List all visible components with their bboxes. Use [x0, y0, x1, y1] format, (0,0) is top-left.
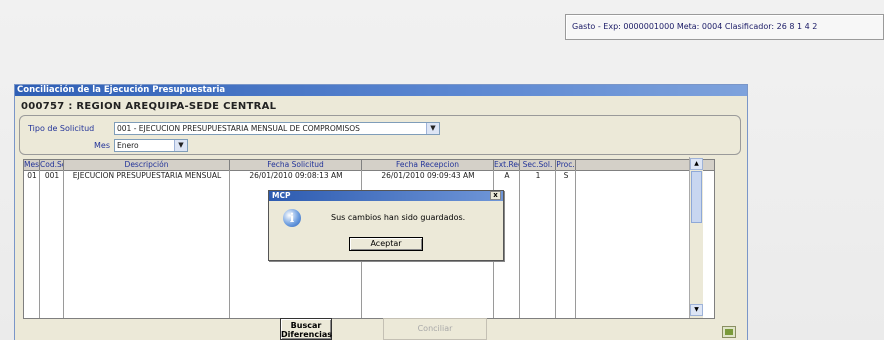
close-icon[interactable]: x [490, 191, 501, 200]
org-title: 000757 : REGION AREQUIPA-SEDE CENTRAL [21, 101, 277, 112]
column-divider [575, 170, 576, 318]
cell-proc: S [563, 171, 569, 180]
context-status-box: Gasto - Exp: 0000001000 Meta: 0004 Clasi… [565, 14, 884, 40]
cell-fecha-solicitud: 26/01/2010 09:08:13 AM [249, 171, 343, 180]
cell-fecha-recepcion: 26/01/2010 09:09:43 AM [381, 171, 475, 180]
mes-select[interactable]: Enero ▼ [114, 139, 188, 152]
window-titlebar: Conciliación de la Ejecución Presupuesta… [15, 85, 747, 96]
grid-header: Mes Cod.Sol. Descripción Fecha Solicitud… [24, 160, 714, 171]
conciliar-button[interactable]: Conciliar [383, 318, 487, 340]
dialog-message: Sus cambios han sido guardados. [331, 213, 466, 222]
column-divider [519, 170, 520, 318]
column-divider [555, 170, 556, 318]
aceptar-button[interactable]: Aceptar [349, 237, 423, 251]
tipo-solicitud-label: Tipo de Solicitud [28, 124, 95, 133]
dialog-title: MCP [272, 191, 291, 200]
scroll-down-icon[interactable]: ▼ [690, 304, 703, 316]
column-divider [229, 170, 230, 318]
scroll-thumb[interactable] [691, 171, 702, 223]
cell-mes: 01 [27, 171, 37, 180]
grid-vertical-scrollbar[interactable]: ▲ ▼ [689, 157, 703, 318]
column-divider [39, 170, 40, 318]
filter-group: Tipo de Solicitud 001 - EJECUCION PRESUP… [19, 115, 741, 155]
message-dialog: MCP x i Sus cambios han sido guardados. … [268, 190, 504, 261]
cell-cod-sol: 001 [44, 171, 60, 180]
column-header-mes[interactable]: Mes [24, 160, 40, 170]
column-header-sec-sol[interactable]: Sec.Sol. [520, 160, 556, 170]
context-status-text: Gasto - Exp: 0000001000 Meta: 0004 Clasi… [572, 22, 818, 31]
column-header-proc[interactable]: Proc. [556, 160, 576, 170]
cell-descripcion: EJECUCION PRESUPUESTARIA MENSUAL [72, 171, 222, 180]
column-header-cod-sol[interactable]: Cod.Sol. [40, 160, 64, 170]
chevron-down-icon[interactable]: ▼ [426, 123, 439, 134]
cell-ext-reg: A [504, 171, 510, 180]
column-header-descripcion[interactable]: Descripción [64, 160, 230, 170]
scroll-up-icon[interactable]: ▲ [690, 158, 703, 170]
info-icon: i [283, 209, 301, 227]
buscar-diferencias-button[interactable]: Buscar Diferencias [280, 318, 332, 340]
column-header-fecha-recepcion[interactable]: Fecha Recepcion [362, 160, 494, 170]
mes-label: Mes [94, 141, 110, 150]
column-header-fecha-solicitud[interactable]: Fecha Solicitud [230, 160, 362, 170]
tipo-solicitud-value: 001 - EJECUCION PRESUPUESTARIA MENSUAL D… [117, 124, 360, 133]
cell-sec-sol: 1 [535, 171, 541, 180]
column-divider [63, 170, 64, 318]
window-title: Conciliación de la Ejecución Presupuesta… [17, 85, 226, 95]
export-icon[interactable] [722, 326, 736, 338]
diferencias-label: Diferencias [281, 330, 332, 339]
buscar-label: Buscar [290, 321, 322, 330]
column-header-ext-reg[interactable]: Ext.Reg. [494, 160, 520, 170]
mes-value: Enero [117, 141, 139, 150]
tipo-solicitud-select[interactable]: 001 - EJECUCION PRESUPUESTARIA MENSUAL D… [114, 122, 440, 135]
chevron-down-icon[interactable]: ▼ [174, 140, 187, 151]
dialog-titlebar: MCP x [269, 191, 503, 201]
